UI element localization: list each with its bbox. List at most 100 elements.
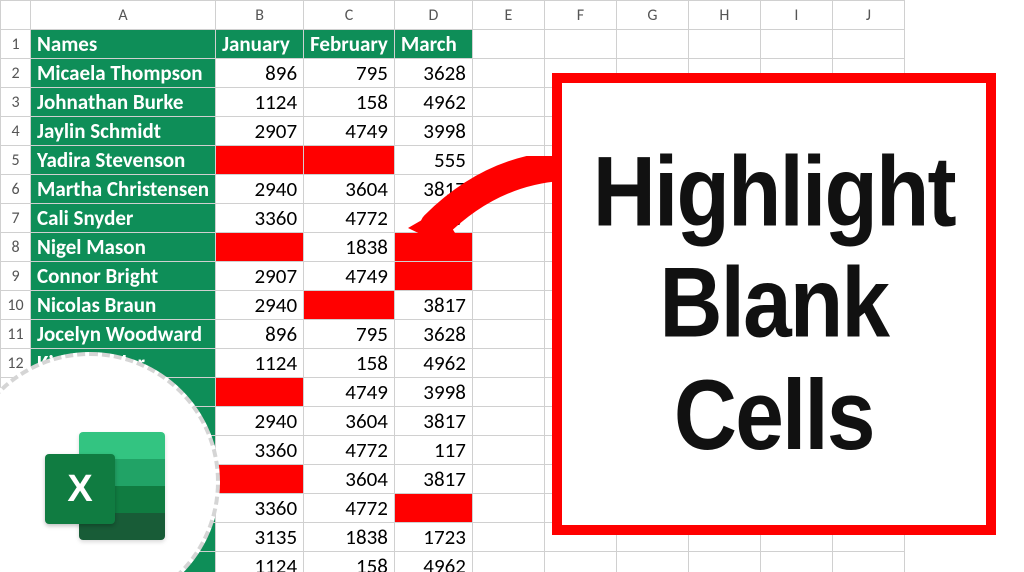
empty-cell[interactable] <box>472 436 544 465</box>
empty-cell[interactable] <box>616 30 688 59</box>
col-header-G[interactable]: G <box>616 1 688 30</box>
col-header-C[interactable]: C <box>304 1 395 30</box>
data-cell[interactable] <box>304 146 395 175</box>
row-header[interactable]: 5 <box>1 146 31 175</box>
col-header-H[interactable]: H <box>688 1 760 30</box>
data-cell[interactable]: 3604 <box>304 175 395 204</box>
data-cell[interactable]: 3817 <box>394 407 472 436</box>
data-cell[interactable]: 4962 <box>394 349 472 378</box>
empty-cell[interactable] <box>472 494 544 523</box>
name-cell[interactable]: Nicolas Braun <box>31 291 216 320</box>
name-cell[interactable]: Jocelyn Woodward <box>31 320 216 349</box>
empty-cell[interactable] <box>472 204 544 233</box>
data-cell[interactable]: 117 <box>394 436 472 465</box>
empty-cell[interactable] <box>472 552 544 572</box>
data-cell[interactable]: 2940 <box>216 407 304 436</box>
data-cell[interactable] <box>394 262 472 291</box>
empty-cell[interactable] <box>760 30 832 59</box>
row-header[interactable]: 7 <box>1 204 31 233</box>
empty-cell[interactable] <box>544 30 616 59</box>
name-cell[interactable]: Yadira Stevenson <box>31 146 216 175</box>
name-cell[interactable]: Martha Christensen <box>31 175 216 204</box>
data-cell[interactable]: 3135 <box>216 523 304 552</box>
data-cell[interactable]: 158 <box>304 88 395 117</box>
empty-cell[interactable] <box>688 552 760 572</box>
data-cell[interactable]: 795 <box>304 320 395 349</box>
name-cell[interactable]: Johnathan Burke <box>31 88 216 117</box>
data-cell[interactable]: 4749 <box>304 262 395 291</box>
data-cell[interactable]: 1723 <box>394 523 472 552</box>
data-cell[interactable]: 2907 <box>216 262 304 291</box>
header-cell[interactable]: February <box>304 30 395 59</box>
empty-cell[interactable] <box>472 30 544 59</box>
data-cell[interactable]: 2940 <box>216 175 304 204</box>
empty-cell[interactable] <box>472 117 544 146</box>
data-cell[interactable]: 896 <box>216 59 304 88</box>
data-cell[interactable]: 1838 <box>304 523 395 552</box>
empty-cell[interactable] <box>472 465 544 494</box>
data-cell[interactable]: 4772 <box>304 436 395 465</box>
row-header[interactable]: 2 <box>1 59 31 88</box>
empty-cell[interactable] <box>472 146 544 175</box>
row-header[interactable]: 6 <box>1 175 31 204</box>
data-cell[interactable]: 4962 <box>394 552 472 572</box>
data-cell[interactable]: 158 <box>304 552 395 572</box>
row-header[interactable]: 9 <box>1 262 31 291</box>
data-cell[interactable]: 4772 <box>304 204 395 233</box>
name-cell[interactable]: Jaylin Schmidt <box>31 117 216 146</box>
data-cell[interactable]: 2907 <box>216 117 304 146</box>
data-cell[interactable]: 896 <box>216 320 304 349</box>
data-cell[interactable]: 117 <box>394 204 472 233</box>
data-cell[interactable]: 4749 <box>304 378 395 407</box>
data-cell[interactable]: 1124 <box>216 88 304 117</box>
empty-cell[interactable] <box>688 30 760 59</box>
data-cell[interactable]: 1124 <box>216 349 304 378</box>
col-header-F[interactable]: F <box>544 1 616 30</box>
col-header-B[interactable]: B <box>216 1 304 30</box>
header-cell[interactable]: March <box>394 30 472 59</box>
data-cell[interactable]: 3360 <box>216 494 304 523</box>
name-cell[interactable]: Micaela Thompson <box>31 59 216 88</box>
col-header-E[interactable]: E <box>472 1 544 30</box>
row-header[interactable]: 10 <box>1 291 31 320</box>
row-header[interactable]: 3 <box>1 88 31 117</box>
name-cell[interactable]: Nigel Mason <box>31 233 216 262</box>
col-header-A[interactable]: A <box>31 1 216 30</box>
data-cell[interactable]: 4749 <box>304 117 395 146</box>
data-cell[interactable]: 4962 <box>394 88 472 117</box>
data-cell[interactable]: 555 <box>394 146 472 175</box>
data-cell[interactable] <box>304 291 395 320</box>
header-cell[interactable]: Names <box>31 30 216 59</box>
select-all-corner[interactable] <box>1 1 31 30</box>
empty-cell[interactable] <box>472 523 544 552</box>
empty-cell[interactable] <box>472 233 544 262</box>
empty-cell[interactable] <box>472 378 544 407</box>
data-cell[interactable]: 3360 <box>216 204 304 233</box>
data-cell[interactable]: 1838 <box>304 233 395 262</box>
empty-cell[interactable] <box>760 552 832 572</box>
data-cell[interactable]: 4772 <box>304 494 395 523</box>
empty-cell[interactable] <box>472 407 544 436</box>
data-cell[interactable]: 795 <box>304 59 395 88</box>
row-header[interactable]: 4 <box>1 117 31 146</box>
data-cell[interactable]: 2940 <box>216 291 304 320</box>
empty-cell[interactable] <box>472 349 544 378</box>
data-cell[interactable]: 158 <box>304 349 395 378</box>
empty-cell[interactable] <box>472 320 544 349</box>
empty-cell[interactable] <box>472 175 544 204</box>
row-header[interactable]: 11 <box>1 320 31 349</box>
empty-cell[interactable] <box>832 30 904 59</box>
data-cell[interactable]: 3360 <box>216 436 304 465</box>
row-header[interactable]: 1 <box>1 30 31 59</box>
col-header-I[interactable]: I <box>760 1 832 30</box>
name-cell[interactable]: Cali Snyder <box>31 204 216 233</box>
col-header-J[interactable]: J <box>832 1 904 30</box>
data-cell[interactable] <box>216 378 304 407</box>
empty-cell[interactable] <box>832 552 904 572</box>
row-header[interactable]: 8 <box>1 233 31 262</box>
empty-cell[interactable] <box>472 291 544 320</box>
data-cell[interactable]: 3817 <box>394 175 472 204</box>
empty-cell[interactable] <box>544 552 616 572</box>
data-cell[interactable] <box>216 465 304 494</box>
data-cell[interactable] <box>216 233 304 262</box>
